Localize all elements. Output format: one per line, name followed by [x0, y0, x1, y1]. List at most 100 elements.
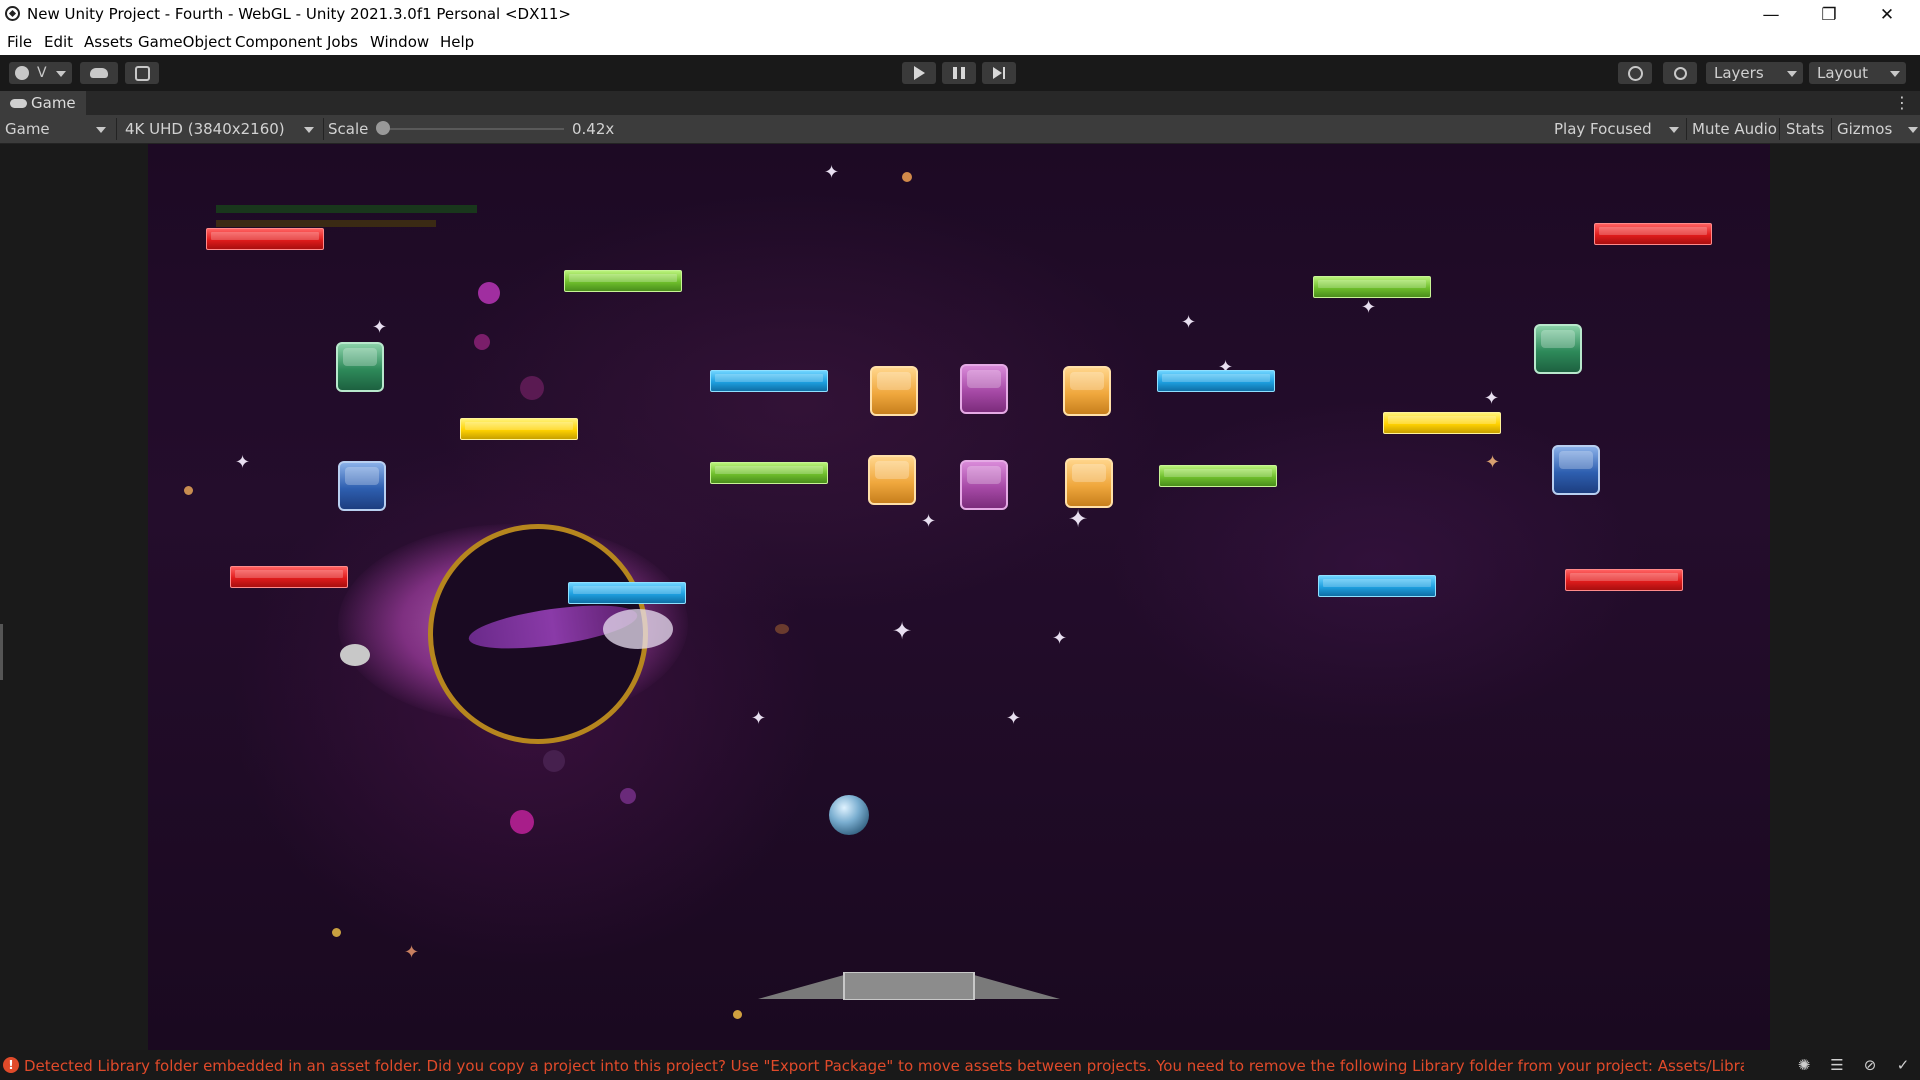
- mute-audio-toggle[interactable]: Mute Audio: [1687, 118, 1777, 140]
- account-label: V: [37, 65, 47, 81]
- search-button[interactable]: [1663, 62, 1697, 84]
- star: ✦: [235, 452, 251, 473]
- layout-dropdown[interactable]: Layout: [1809, 62, 1906, 84]
- star: ✦: [824, 162, 840, 183]
- star: ✦: [404, 942, 420, 963]
- star: ✦: [1068, 505, 1089, 533]
- collab-icon: [134, 65, 150, 81]
- brick-green: [710, 462, 828, 484]
- brick-green: [564, 270, 682, 292]
- star: ✦: [1181, 312, 1197, 333]
- brick-blue: [1318, 575, 1436, 597]
- star: ✦: [892, 617, 913, 645]
- block-orange: [1063, 366, 1111, 416]
- minimize-icon[interactable]: —: [1742, 0, 1800, 29]
- layers-dropdown[interactable]: Layers: [1706, 62, 1803, 84]
- history-button[interactable]: [1618, 62, 1652, 84]
- brick-red: [230, 566, 348, 588]
- background-dot: [902, 172, 912, 182]
- star-cloud: [603, 609, 673, 649]
- menu-window[interactable]: Window: [370, 33, 429, 51]
- menu-file[interactable]: File: [7, 33, 32, 51]
- scale-label: Scale: [328, 120, 369, 138]
- brick-blue: [568, 582, 686, 604]
- gizmos-dropdown[interactable]: Gizmos: [1832, 118, 1920, 140]
- game-viewport[interactable]: ✦ ✦ ✦ ✦ ✦ ✦ ✦ ✦ ✦ ✦ ✦ ✦ ✦ ✦ ✦: [0, 144, 1920, 1050]
- tab-game[interactable]: Game: [0, 91, 86, 115]
- scale-slider-thumb[interactable]: [376, 121, 390, 135]
- brick-red: [1594, 223, 1712, 245]
- paddle: [758, 971, 1060, 1001]
- window-title: New Unity Project - Fourth - WebGL - Uni…: [27, 5, 571, 23]
- kebab-menu-icon[interactable]: ⋮: [1894, 93, 1910, 112]
- chevron-down-icon: [1669, 127, 1679, 133]
- health-bar: [216, 205, 477, 213]
- menu-assets[interactable]: Assets: [84, 33, 133, 51]
- pause-button[interactable]: [942, 62, 976, 84]
- brick-blue: [710, 370, 828, 392]
- layers-stack-icon[interactable]: ☰: [1827, 1056, 1847, 1074]
- cloud-icon: [90, 68, 108, 78]
- step-button[interactable]: [982, 62, 1016, 84]
- play-button[interactable]: [902, 62, 936, 84]
- menu-bar: File Edit Assets GameObject Component Jo…: [0, 29, 1920, 55]
- restore-icon[interactable]: ❐: [1800, 0, 1858, 29]
- star: ✦: [372, 317, 388, 338]
- play-mode-dropdown[interactable]: Play Focused: [1549, 118, 1685, 140]
- network-off-icon[interactable]: ⊘: [1860, 1056, 1880, 1074]
- block-navy: [338, 461, 386, 511]
- error-icon[interactable]: !: [3, 1057, 19, 1073]
- layers-label: Layers: [1714, 64, 1764, 82]
- collab-button[interactable]: [125, 62, 159, 84]
- star-cloud: [340, 644, 370, 666]
- brick-red: [1565, 569, 1683, 591]
- star: ✦: [751, 708, 767, 729]
- account-dropdown[interactable]: V: [9, 62, 72, 84]
- status-bar: ! Detected Library folder embedded in an…: [0, 1050, 1920, 1080]
- menu-gameobject[interactable]: GameObject: [138, 33, 232, 51]
- menu-jobs[interactable]: Jobs: [327, 33, 358, 51]
- chevron-down-icon: [56, 71, 66, 77]
- cloud-button[interactable]: [80, 62, 118, 84]
- pause-icon: [953, 67, 965, 79]
- particle: [474, 334, 490, 350]
- block-purple: [960, 460, 1008, 510]
- particle: [543, 750, 565, 772]
- main-toolbar: V Layers Layout: [0, 55, 1920, 91]
- chevron-down-icon: [96, 127, 106, 133]
- ball: [829, 795, 869, 835]
- background-dot: [184, 486, 193, 495]
- background-dot: [332, 928, 341, 937]
- history-icon: [1627, 65, 1643, 81]
- scale-value: 0.42x: [572, 120, 615, 138]
- star: ✦: [1484, 388, 1500, 409]
- step-icon: [993, 67, 1002, 79]
- close-icon[interactable]: ✕: [1858, 0, 1916, 29]
- play-icon: [913, 66, 925, 80]
- check-circle-icon[interactable]: ✓: [1893, 1056, 1913, 1074]
- bug-icon[interactable]: ✺: [1794, 1056, 1814, 1074]
- play-mode-label: Play Focused: [1554, 120, 1652, 138]
- separator: [1779, 118, 1780, 140]
- status-message[interactable]: Detected Library folder embedded in an a…: [24, 1057, 1744, 1075]
- menu-edit[interactable]: Edit: [44, 33, 73, 51]
- resolution-dropdown[interactable]: 4K UHD (3840x2160): [120, 118, 320, 140]
- game-canvas[interactable]: ✦ ✦ ✦ ✦ ✦ ✦ ✦ ✦ ✦ ✦ ✦ ✦ ✦ ✦ ✦: [148, 144, 1770, 1050]
- resolution-label: 4K UHD (3840x2160): [125, 120, 285, 138]
- block-teal: [1534, 324, 1582, 374]
- display-label: Game: [5, 120, 50, 138]
- tab-bar: Game ⋮: [0, 91, 1920, 115]
- menu-help[interactable]: Help: [440, 33, 474, 51]
- menu-component[interactable]: Component: [235, 33, 322, 51]
- display-dropdown[interactable]: Game: [0, 118, 112, 140]
- scale-slider-track[interactable]: [382, 128, 564, 130]
- star: ✦: [1006, 708, 1022, 729]
- step-bar: [1003, 67, 1005, 79]
- stats-toggle[interactable]: Stats: [1781, 118, 1824, 140]
- block-teal: [336, 342, 384, 392]
- chevron-down-icon: [1908, 127, 1918, 133]
- block-navy: [1552, 445, 1600, 495]
- search-icon: [1673, 66, 1687, 80]
- block-orange: [1065, 458, 1113, 508]
- title-bar: New Unity Project - Fourth - WebGL - Uni…: [0, 0, 1920, 29]
